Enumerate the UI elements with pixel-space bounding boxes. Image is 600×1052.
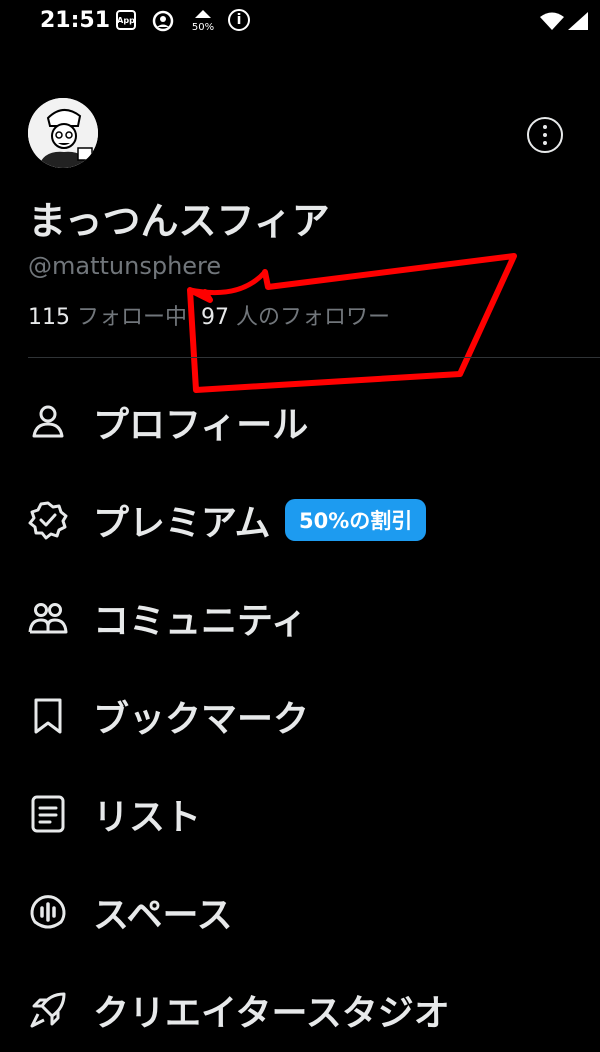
followers-label: 人のフォロワー [236, 305, 391, 330]
follow-stats: 115 フォロー中 97 人のフォロワー [28, 299, 390, 331]
menu-item-label: プレミアム [93, 503, 271, 544]
dot [543, 133, 547, 137]
rocket-icon [30, 992, 66, 1028]
status-bar: 21:51 App 50% i [0, 0, 600, 48]
followers-count: 97 [201, 305, 230, 330]
data-saver-label: 50% [191, 22, 215, 33]
spaces-icon [30, 895, 66, 929]
menu-item-label: コミュニティ [93, 601, 307, 642]
avatar[interactable] [28, 98, 98, 168]
menu-item-label: クリエイタースタジオ [93, 993, 450, 1034]
dot [543, 141, 547, 145]
menu-item-profile[interactable]: プロフィール [0, 386, 600, 458]
app-notification-icon: App [116, 10, 136, 30]
following-link[interactable]: 115 フォロー中 [28, 305, 187, 330]
menu-item-bookmarks[interactable]: ブックマーク [0, 680, 600, 752]
menu-item-lists[interactable]: リスト [0, 778, 600, 850]
followers-link[interactable]: 97 人のフォロワー [201, 305, 390, 330]
vpn-icon [152, 10, 174, 32]
status-time: 21:51 [40, 8, 111, 33]
following-label: フォロー中 [77, 305, 188, 330]
menu-item-communities[interactable]: コミュニティ [0, 582, 600, 654]
divider [28, 357, 600, 358]
menu-item-label: プロフィール [93, 405, 309, 446]
wifi-icon [540, 12, 564, 34]
menu-item-label: ブックマーク [93, 699, 310, 740]
discount-badge[interactable]: 50%の割引 [285, 499, 427, 541]
list-icon [31, 795, 65, 833]
menu-item-spaces[interactable]: スペース [0, 876, 600, 948]
data-saver-icon: 50% [190, 8, 216, 34]
person-icon [32, 405, 64, 438]
menu-item-premium[interactable]: プレミアム 50%の割引 [0, 484, 600, 556]
menu-item-label: スペース [93, 895, 233, 936]
dot [543, 125, 547, 129]
verified-badge-icon [28, 501, 68, 540]
user-handle: @mattunsphere [28, 252, 222, 280]
bookmark-icon [34, 698, 62, 734]
display-name: まっつんスフィア [28, 199, 330, 243]
info-icon: i [228, 9, 250, 31]
signal-icon [568, 12, 588, 34]
menu-item-creator-studio[interactable]: クリエイタースタジオ [0, 974, 600, 1046]
menu-item-label: リスト [93, 797, 202, 838]
communities-icon [28, 603, 68, 634]
following-count: 115 [28, 305, 70, 330]
more-options-button[interactable] [527, 117, 563, 153]
